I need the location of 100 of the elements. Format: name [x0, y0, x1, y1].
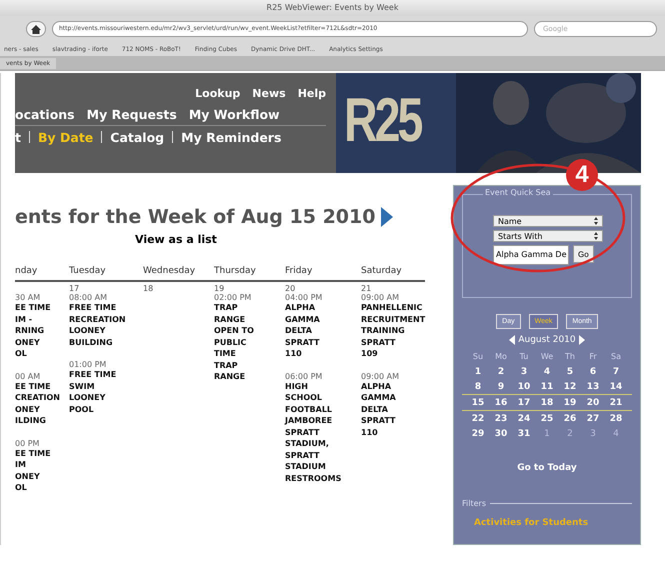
- dropdown-arrows-icon: [594, 217, 598, 225]
- previous-arrow-icon[interactable]: [509, 335, 516, 345]
- nav-link[interactable]: My Workflow: [188, 106, 280, 122]
- view-list-link[interactable]: View as a list: [135, 233, 217, 246]
- calendar-day[interactable]: 9: [491, 382, 511, 392]
- day-header: nday: [15, 266, 38, 278]
- event-title[interactable]: EE TIME IM - RNING ONEY OL: [15, 302, 51, 360]
- nav-link[interactable]: My Reminders: [181, 130, 282, 144]
- event-time: 09:00 AM: [361, 372, 400, 380]
- calendar-day[interactable]: 25: [537, 414, 557, 424]
- next-arrow-icon[interactable]: [381, 207, 394, 227]
- calendar-day[interactable]: 7: [606, 366, 626, 376]
- event-time: 04:00 PM: [285, 293, 324, 302]
- calendar-day[interactable]: 31: [514, 428, 534, 438]
- calendar-day[interactable]: 1: [537, 428, 557, 438]
- event-title[interactable]: ALPHA GAMMA DELTA SPRATT 110: [285, 302, 320, 360]
- day-header: Saturday: [361, 266, 403, 278]
- event-title[interactable]: EE TIME IM ONEY OL: [15, 448, 51, 494]
- nav-link[interactable]: Catalog: [110, 130, 164, 144]
- calendar-day[interactable]: 3: [514, 366, 534, 376]
- event-time: 30 AM: [15, 293, 42, 302]
- calendar-day[interactable]: 21: [606, 398, 626, 408]
- calendar-day[interactable]: 27: [583, 414, 603, 424]
- event-title[interactable]: ALPHA GAMMA DELTA SPRATT 110: [361, 380, 396, 438]
- calendar-day[interactable]: 6: [583, 366, 603, 376]
- event-time: 02:00 PM: [214, 293, 252, 302]
- day-header: Thursday: [214, 266, 257, 278]
- calendar-day[interactable]: 1: [468, 366, 488, 376]
- event-time: 00 PM: [15, 438, 40, 448]
- calendar-day[interactable]: 8: [468, 382, 488, 392]
- calendar-day[interactable]: 24: [514, 414, 534, 424]
- calendar-week-row[interactable]: 8 9 10 11 12 13 14: [462, 379, 632, 394]
- calendar-day[interactable]: 3: [583, 428, 603, 438]
- weekday-label: Tu: [518, 352, 530, 361]
- calendar-day[interactable]: 20: [583, 398, 603, 408]
- calendar-day[interactable]: 4: [606, 428, 626, 438]
- calendar-week-row[interactable]: 1 2 3 4 5 6 7: [462, 364, 632, 379]
- group-legend: Event Quick Sea: [483, 188, 553, 197]
- weekday-label: Th: [564, 352, 576, 361]
- calendar-day[interactable]: 13: [583, 382, 603, 392]
- event-title[interactable]: EE TIME CREATION ONEY ILDING: [15, 380, 60, 426]
- dropdown-arrows-icon: [594, 232, 598, 240]
- group-legend: Filters: [462, 499, 486, 508]
- calendar-day[interactable]: 17: [514, 398, 534, 408]
- calendar-day[interactable]: 19: [560, 398, 580, 408]
- calendar-day[interactable]: 30: [491, 428, 511, 438]
- go-to-today-link[interactable]: Go to Today: [517, 463, 577, 473]
- weekday-label: Fr: [588, 352, 598, 361]
- go-button[interactable]: Go: [573, 245, 594, 263]
- event-title[interactable]: FREE TIME RECREATION LOONEY BUILDING: [69, 302, 126, 348]
- calendar-day[interactable]: 26: [560, 414, 580, 424]
- calendar-day[interactable]: 12: [560, 382, 580, 392]
- nav-link[interactable]: News: [252, 86, 286, 100]
- weekday-label: We: [540, 352, 554, 361]
- nav-link[interactable]: By Date: [38, 130, 94, 144]
- filter-link[interactable]: Activities for Students: [474, 518, 588, 528]
- week-heading: ents for the Week of Aug 15 2010: [15, 206, 376, 228]
- nav-link[interactable]: Lookup: [195, 86, 240, 100]
- calendar-day[interactable]: 11: [537, 382, 557, 392]
- day-header: Friday: [285, 266, 314, 278]
- day-header: Tuesday: [69, 266, 107, 278]
- calendar-day[interactable]: 14: [606, 382, 626, 392]
- window-title: R25 WebViewer: Events by Week: [0, 0, 665, 16]
- calendar-day[interactable]: 10: [514, 382, 534, 392]
- home-button[interactable]: [26, 21, 46, 37]
- event-time: 09:00 AM: [361, 293, 400, 302]
- calendar-week-row[interactable]: 29 30 31 1 2 3 4: [462, 426, 632, 441]
- calendar-day[interactable]: 2: [560, 428, 580, 438]
- field-dropdown[interactable]: Name: [493, 215, 603, 227]
- next-arrow-icon[interactable]: [578, 335, 585, 345]
- nav-link[interactable]: Help: [298, 86, 326, 100]
- match-dropdown[interactable]: Starts With: [493, 230, 603, 242]
- event-title[interactable]: FREE TIME SWIM LOONEY POOL: [69, 369, 116, 415]
- nav-link[interactable]: My Requests: [86, 106, 177, 122]
- event-title[interactable]: PANHELLENIC RECRUITMENT TRAINING SPRATT 109: [361, 302, 426, 360]
- event-time: 08:00 AM: [69, 293, 108, 302]
- calendar-day[interactable]: 2: [491, 366, 511, 376]
- weekday-label: Sa: [610, 352, 622, 361]
- month-title: August 2010: [518, 335, 576, 345]
- calendar-day[interactable]: 5: [560, 366, 580, 376]
- weekday-label: Mo: [494, 352, 508, 361]
- calendar-day[interactable]: 23: [491, 414, 511, 424]
- event-time: 01:00 PM: [69, 360, 108, 369]
- home-icon: [31, 24, 41, 34]
- event-title[interactable]: HIGH SCHOOL FOOTBALL JAMBOREE SPRATT STADIUM, SPRATT STADIUM RESTROOMS: [285, 380, 342, 484]
- calendar-day[interactable]: 15: [468, 398, 488, 408]
- calendar-day[interactable]: 22: [468, 414, 488, 424]
- calendar-week-row[interactable]: 22 23 24 25 26 27 28: [462, 411, 632, 426]
- calendar-week-row[interactable]: 15 16 17 18 19 20 21: [462, 394, 632, 411]
- calendar-day[interactable]: 28: [606, 414, 626, 424]
- event-title[interactable]: TRAP RANGE OPEN TO PUBLIC TIME TRAP RANGE: [214, 302, 254, 382]
- calendar-day[interactable]: 18: [537, 398, 557, 408]
- calendar-day[interactable]: 29: [468, 428, 488, 438]
- nav-link[interactable]: ocations: [15, 106, 75, 122]
- nav-link[interactable]: t: [15, 130, 21, 144]
- calendar-day[interactable]: 4: [537, 366, 557, 376]
- calendar-day[interactable]: 16: [491, 398, 511, 408]
- search-input[interactable]: Alpha Gamma De: [493, 245, 569, 265]
- date-number: 18: [143, 284, 154, 293]
- date-number: 19: [214, 284, 226, 293]
